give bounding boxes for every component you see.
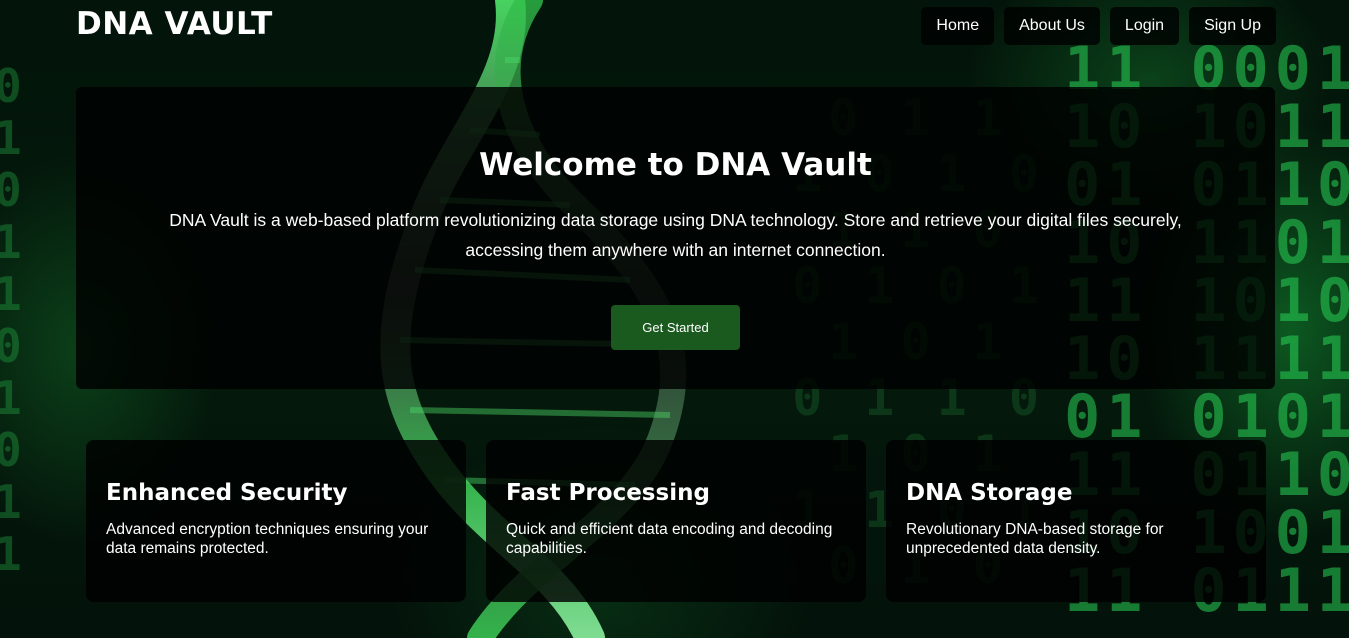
feature-card-storage: DNA Storage Revolutionary DNA-based stor… <box>886 440 1266 602</box>
brand-logo[interactable]: DNA VAULT <box>76 6 273 42</box>
feature-title: Fast Processing <box>506 480 710 506</box>
hero-title: Welcome to DNA Vault <box>479 147 872 183</box>
nav-links: Home About Us Login Sign Up <box>921 7 1276 45</box>
binary-pattern-left: 0 1 0 1 1 0 1 0 1 1 <box>0 59 28 581</box>
nav-about-us-link[interactable]: About Us <box>1004 7 1100 45</box>
feature-card-processing: Fast Processing Quick and efficient data… <box>486 440 866 602</box>
nav-sign-up-link[interactable]: Sign Up <box>1189 7 1276 45</box>
hero-panel: Welcome to DNA Vault DNA Vault is a web-… <box>76 87 1275 389</box>
feature-title: Enhanced Security <box>106 480 348 506</box>
feature-description: Advanced encryption techniques ensuring … <box>106 521 429 557</box>
hero-description: DNA Vault is a web-based platform revolu… <box>169 210 1182 260</box>
feature-card-security: Enhanced Security Advanced encryption te… <box>86 440 466 602</box>
feature-title: DNA Storage <box>906 480 1073 506</box>
get-started-button[interactable]: Get Started <box>611 305 740 350</box>
top-navbar: DNA VAULT Home About Us Login Sign Up <box>0 0 1349 52</box>
feature-description: Revolutionary DNA-based storage for unpr… <box>906 521 1164 557</box>
nav-login-link[interactable]: Login <box>1109 7 1180 45</box>
nav-home-link[interactable]: Home <box>921 7 995 45</box>
feature-description: Quick and efficient data encoding and de… <box>506 521 833 557</box>
